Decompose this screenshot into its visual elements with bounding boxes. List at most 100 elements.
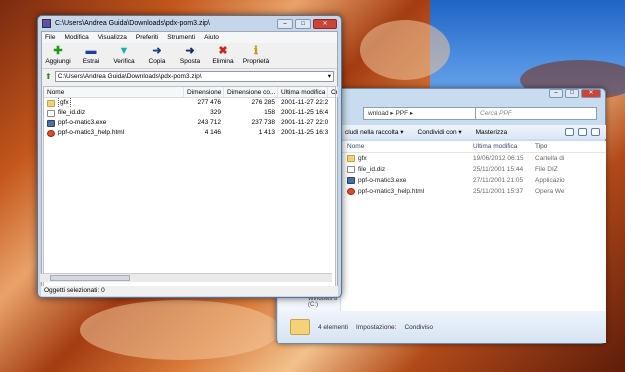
file-packed-size: 237 738 — [251, 119, 276, 126]
up-folder-icon[interactable]: ⬆ — [45, 72, 52, 81]
menu-aiuto[interactable]: Aiuto — [204, 32, 219, 43]
item-count: 4 elementi — [318, 323, 348, 331]
file-modified: 25/11/2001 15:44 — [473, 166, 524, 173]
window-title: C:\Users\Andrea Guida\Downloads\pdx-pom3… — [55, 20, 210, 27]
move-button-label: Sposta — [179, 58, 201, 65]
column-name[interactable]: Nome — [44, 87, 184, 97]
file-name: ppf-o-matic3.exe — [358, 177, 407, 184]
opera-html-icon — [347, 188, 355, 195]
file-type: Applicazio — [535, 177, 565, 184]
file-type: File DIZ — [535, 166, 558, 173]
file-packed-size: 158 — [264, 109, 275, 116]
menu-strumenti[interactable]: Strumenti — [167, 32, 195, 43]
file-name: gfx — [358, 155, 367, 162]
archive-file-list[interactable]: Nome Dimensione Dimensione co... Ultima … — [43, 86, 338, 293]
copy-arrow-icon: ➜ — [152, 45, 162, 57]
list-item[interactable]: ppf-o-matic3_help.html 25/11/2001 15:37 … — [341, 186, 606, 197]
file-size: 4 146 — [204, 129, 221, 136]
minimize-button[interactable]: – — [549, 89, 563, 98]
list-item[interactable]: ppf-o-matic3.exe 27/11/2001 21:05 Applic… — [341, 175, 606, 186]
column-modified[interactable]: Ultima modifica — [278, 87, 328, 97]
desktop-rock — [360, 20, 450, 80]
copy-button[interactable]: ➜ Copia — [143, 45, 171, 68]
view-icon[interactable] — [565, 128, 574, 136]
column-cr[interactable]: Cr — [328, 87, 338, 97]
column-packed[interactable]: Dimensione co... — [224, 87, 278, 97]
file-packed-size: 1 413 — [258, 129, 275, 136]
preview-pane-icon[interactable] — [578, 128, 587, 136]
table-row[interactable]: file_id.diz 329 158 2001-11-25 16:44 — [44, 108, 335, 118]
path-bar: ⬆ C:\Users\Andrea Guida\Downloads\pdx-po… — [42, 70, 337, 82]
properties-button-label: Proprietà — [242, 58, 270, 65]
file-size: 277 476 — [197, 99, 222, 106]
winrar-app-icon — [42, 19, 51, 28]
table-row[interactable]: gfx 277 476 276 285 2001-11-27 22:22 — [44, 98, 335, 108]
list-item[interactable]: file_id.diz 25/11/2001 15:44 File DIZ — [341, 164, 606, 175]
menu-preferiti[interactable]: Preferiti — [136, 32, 158, 43]
column-size[interactable]: Dimensione — [184, 87, 224, 97]
column-modified[interactable]: Ultima modifica — [473, 141, 535, 153]
table-row[interactable]: ppf-o-matic3_help.html 4 146 1 413 2001-… — [44, 128, 335, 138]
delete-button[interactable]: ✖ Elimina — [209, 45, 237, 68]
chevron-down-icon[interactable]: ▾ — [328, 72, 333, 81]
file-size: 329 — [210, 109, 221, 116]
include-library-button[interactable]: cludi nella raccolta ▾ — [345, 128, 404, 136]
table-row[interactable]: ppf-o-matic3.exe 243 712 237 738 2001-11… — [44, 118, 335, 128]
close-button[interactable]: ✕ — [313, 18, 337, 29]
check-icon: ▼ — [118, 45, 130, 57]
executable-icon — [47, 119, 55, 127]
column-type[interactable]: Tipo — [535, 141, 567, 153]
burn-button[interactable]: Masterizza — [476, 129, 507, 136]
horizontal-scrollbar[interactable] — [40, 273, 332, 282]
scrollbar-thumb[interactable] — [50, 275, 130, 281]
column-name[interactable]: Nome — [347, 141, 473, 153]
executable-icon — [347, 177, 355, 184]
file-modified: 2001-11-27 22:22 — [281, 99, 328, 106]
menu-visualizza[interactable]: Visualizza — [98, 32, 127, 43]
file-modified: 2001-11-25 16:37 — [281, 129, 328, 136]
status-bar: Oggetti selezionati: 0 — [41, 286, 338, 296]
winrar-window[interactable]: C:\Users\Andrea Guida\Downloads\pdx-pom3… — [37, 15, 342, 298]
close-button[interactable]: ✕ — [581, 89, 601, 98]
file-modified: 25/11/2001 15:37 — [473, 188, 524, 195]
command-bar: cludi nella raccolta ▾ Condividi con ▾ M… — [341, 125, 606, 139]
menu-modifica[interactable]: Modifica — [64, 32, 88, 43]
maximize-button[interactable]: □ — [565, 89, 579, 98]
help-icon[interactable] — [591, 128, 600, 136]
folder-icon — [47, 99, 55, 107]
file-packed-size: 276 285 — [251, 99, 276, 106]
title-bar[interactable]: C:\Users\Andrea Guida\Downloads\pdx-pom3… — [38, 16, 341, 31]
folder-icon — [347, 155, 355, 162]
file-name: ppf-o-matic3.exe — [58, 119, 107, 126]
info-icon: ℹ — [253, 45, 259, 57]
toolbar: ✚ Aggiungi ▬ Estrai ▼ Verifica ➜ Copia ➜ Spos… — [42, 43, 337, 69]
state-label: Impostazione: — [356, 323, 397, 331]
state-value: Condiviso — [404, 323, 434, 331]
opera-html-icon — [47, 129, 55, 137]
maximize-button[interactable]: □ — [295, 18, 311, 29]
properties-button[interactable]: ℹ Proprietà — [242, 45, 270, 68]
file-name: ppf-o-matic3_help.html — [58, 129, 125, 136]
desktop-rock — [80, 300, 280, 360]
search-input[interactable]: Cerca PPF — [475, 107, 597, 120]
menu-file[interactable]: File — [45, 32, 55, 43]
path-field[interactable]: C:\Users\Andrea Guida\Downloads\pdx-pom3… — [54, 70, 334, 82]
document-icon — [347, 166, 355, 173]
move-button[interactable]: ➜ Sposta — [176, 45, 204, 68]
plus-icon: ✚ — [53, 45, 63, 57]
extract-button[interactable]: ▬ Estrai — [77, 45, 105, 68]
minimize-button[interactable]: – — [277, 18, 293, 29]
add-button[interactable]: ✚ Aggiungi — [44, 45, 72, 68]
file-modified: 2001-11-25 16:44 — [281, 109, 328, 116]
file-list[interactable]: Nome Ultima modifica Tipo gfx 19/06/2012… — [341, 141, 606, 311]
share-button[interactable]: Condividi con ▾ — [418, 128, 462, 136]
column-headers: Nome Dimensione Dimensione co... Ultima … — [44, 87, 338, 98]
extract-button-label: Estrai — [82, 58, 100, 65]
file-size: 243 712 — [197, 119, 222, 126]
file-type: Opera We — [535, 188, 565, 195]
test-button[interactable]: ▼ Verifica — [110, 45, 138, 68]
winrar-client: File Modifica Visualizza Preferiti Strum… — [41, 31, 338, 295]
column-headers: Nome Ultima modifica Tipo — [341, 141, 606, 153]
delete-x-icon: ✖ — [218, 45, 228, 57]
list-item[interactable]: gfx 19/06/2012 06:15 Cartella di — [341, 153, 606, 164]
